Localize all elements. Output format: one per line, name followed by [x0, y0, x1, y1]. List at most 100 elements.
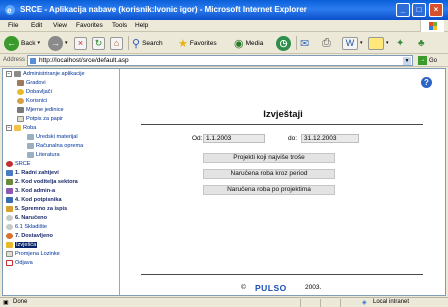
tree-label: Mjerne jedinice [26, 107, 64, 113]
tree-item-voditelja[interactable]: 2. Kod voditelja sektora [6, 178, 78, 186]
tree-item-gradovi[interactable]: Gradovi [17, 79, 46, 87]
collapse-toggle[interactable]: − [6, 125, 12, 131]
messenger-button[interactable]: ✦ [396, 35, 404, 51]
from-date-input[interactable]: 1.1.2003 [203, 134, 265, 143]
forward-button[interactable]: → ▾ [48, 35, 68, 51]
zone-text: Local intranet [373, 299, 410, 305]
history-icon: ◷ [276, 35, 291, 51]
tree-label: Administriranje aplikacije [23, 71, 85, 77]
report-ordered-projects-button[interactable]: Naručena roba po projektima [203, 185, 335, 195]
srce-icon [6, 161, 13, 167]
tree-label: 7. Dostavljeno [15, 233, 53, 239]
report-top-projects-button[interactable]: Projekti koji najviše troše [203, 153, 335, 163]
tree-label: Literatura [36, 152, 60, 158]
divider [141, 124, 423, 125]
address-dropdown[interactable]: ▼ [403, 57, 411, 65]
tree-item-roba[interactable]: − Roba [6, 124, 36, 132]
tree-item-spremno[interactable]: 5. Spremno za ispis [6, 205, 67, 213]
tree-item-admina[interactable]: 3. Kod admin-a [6, 187, 55, 195]
report-ordered-period-button[interactable]: Naručena roba kroz period [203, 169, 335, 179]
help-icon[interactable]: ? [421, 77, 432, 88]
tag-icon [27, 143, 34, 149]
tree-item-lozinka[interactable]: Promjena Lozinke [6, 250, 60, 258]
tree-item-korisnici[interactable]: Korisnici [17, 97, 47, 105]
tag-icon [27, 152, 34, 158]
address-input[interactable]: http://localhost/srce/default.asp ▼ [27, 55, 413, 66]
tree-item-naruceno[interactable]: 6. Naručeno [6, 214, 47, 222]
toolbar-separator [296, 36, 297, 50]
address-bar: Address http://localhost/srce/default.as… [0, 54, 448, 67]
tree-item-racunalna[interactable]: Računalna oprema [27, 142, 83, 150]
back-button[interactable]: ← Back ▾ [4, 35, 40, 51]
reports-panel: ? Izvještaji Od: 1.1.2003 do: 31.12.2003… [121, 69, 445, 295]
tree-label: Dobavljači [26, 89, 52, 95]
chevron-down-icon: ▾ [360, 40, 363, 46]
tree-item-dostavljeno[interactable]: 7. Dostavljeno [6, 232, 53, 240]
tree-item-srce[interactable]: SRCE [6, 160, 31, 168]
tree-item-potpisnika[interactable]: 4. Kod potpisnika [6, 196, 62, 204]
tree-label: 1. Radni zahtjevi [15, 170, 59, 176]
research-button[interactable]: ♣ [418, 35, 425, 51]
close-button[interactable]: × [429, 3, 443, 17]
window-title: SRCE - Aplikacija nabave (korisnik:lvoni… [20, 5, 307, 14]
history-button[interactable]: ◷ [276, 35, 291, 51]
menu-tools[interactable]: Tools [112, 22, 127, 29]
tree-label: 2. Kod voditelja sektora [15, 179, 78, 185]
tree-item-skladiste[interactable]: 6.1 Skladište [6, 223, 47, 231]
tree-item-potpis[interactable]: Potpis za papir [17, 115, 63, 123]
collapse-toggle[interactable]: − [6, 71, 12, 77]
to-date-input[interactable]: 31.12.2003 [301, 134, 359, 143]
chevron-down-icon: ▾ [65, 40, 68, 46]
stop-button[interactable]: × [74, 35, 87, 51]
menu-edit[interactable]: Edit [31, 22, 42, 29]
menu-view[interactable]: View [53, 22, 67, 29]
tree-label: 4. Kod potpisnika [15, 197, 62, 203]
research-icon: ♣ [418, 37, 425, 49]
search-button[interactable]: ⚲ Search [132, 35, 163, 51]
tree-item-radni[interactable]: 1. Radni zahtjevi [6, 169, 59, 177]
messenger-icon: ✦ [396, 37, 405, 49]
media-label: Media [245, 39, 264, 47]
print-button[interactable]: ⎙ [322, 35, 331, 51]
tree-label: Računalna oprema [36, 143, 84, 149]
maximize-button[interactable]: □ [412, 3, 426, 17]
to-label: do: [288, 135, 298, 142]
media-button[interactable]: ◉ Media [234, 35, 263, 51]
back-label: Back [21, 39, 36, 47]
order-icon [6, 215, 13, 221]
ruler-icon [17, 107, 24, 113]
menu-favorites[interactable]: Favorites [76, 22, 103, 29]
tree-label: Odjava [15, 260, 33, 266]
refresh-button[interactable]: ↻ [92, 35, 105, 51]
tag-icon [27, 134, 34, 140]
tree-item-literatura[interactable]: Literatura [27, 151, 60, 159]
go-button[interactable]: → Go [418, 56, 437, 65]
chevron-down-icon: ▾ [37, 40, 40, 46]
tree-item-dobavljaci[interactable]: Dobavljači [17, 88, 52, 96]
tree-item-uredski[interactable]: Uredski materijal [27, 133, 78, 141]
tree-item-admin[interactable]: − Administriranje aplikacije [6, 70, 85, 78]
mail-button[interactable]: ✉ [300, 35, 309, 51]
refresh-icon: ↻ [92, 36, 105, 50]
tree-label: 5. Spremno za ispis [15, 206, 68, 212]
page-title: Izvještaji [263, 109, 303, 120]
tree-item-mjerne[interactable]: Mjerne jedinice [17, 106, 64, 114]
menu-file[interactable]: File [8, 22, 18, 29]
tree-label: SRCE [15, 161, 31, 167]
delivery-icon [6, 233, 13, 239]
minimize-button[interactable]: _ [396, 3, 410, 17]
menu-help[interactable]: Help [135, 22, 148, 29]
home-button[interactable]: ⌂ [110, 35, 123, 51]
favorites-button[interactable]: ★ Favorites [178, 35, 217, 51]
address-url[interactable]: http://localhost/srce/default.asp [39, 57, 129, 64]
divider [141, 274, 423, 275]
tree-item-odjava[interactable]: Odjava [6, 259, 33, 267]
mail-icon: ✉ [300, 37, 310, 50]
edit-button[interactable]: W ▾ [342, 35, 363, 51]
search-icon: ⚲ [132, 37, 141, 50]
tree-label: 6.1 Skladište [15, 224, 48, 230]
discuss-button[interactable]: ▾ [368, 35, 389, 51]
admin-icon [6, 188, 13, 194]
tree-label: 6. Naručeno [15, 215, 48, 221]
tree-item-izvjesca[interactable]: Izvješća [6, 241, 38, 249]
